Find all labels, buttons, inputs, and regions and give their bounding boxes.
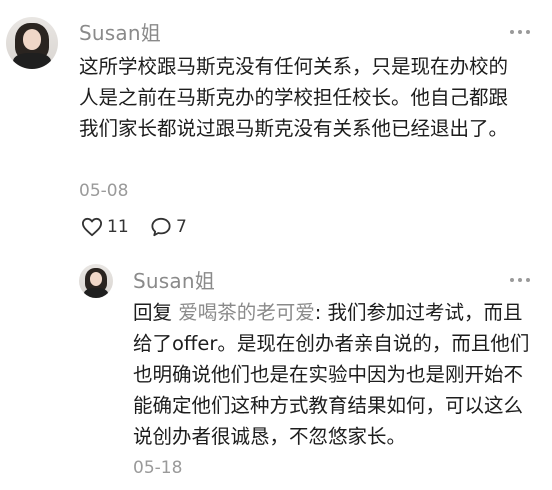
- heart-outline-icon: [82, 217, 102, 237]
- reply-author[interactable]: Susan姐: [133, 265, 215, 294]
- more-dots-icon[interactable]: [510, 278, 530, 282]
- avatar-face: [89, 272, 103, 286]
- avatar[interactable]: [6, 17, 58, 69]
- avatar-body: [13, 53, 51, 69]
- reply-count: 7: [176, 217, 187, 237]
- comment-author[interactable]: Susan姐: [79, 17, 161, 46]
- comment-text: 这所学校跟马斯克没有任何关系，只是现在办校的人是之前在马斯克办的学校担任校长。他…: [79, 55, 509, 140]
- reply-prefix: 回复: [133, 301, 173, 324]
- more-dots-icon[interactable]: [510, 30, 530, 34]
- like-count: 11: [107, 217, 129, 237]
- speech-bubble-icon: [151, 217, 171, 237]
- avatar-body: [83, 287, 109, 298]
- reply-count-button[interactable]: 7: [150, 217, 187, 237]
- reply-to-user[interactable]: 爱喝茶的老可爱: [178, 301, 315, 324]
- reply-text: 回复 爱喝茶的老可爱: 我们参加过考试，而且给了offer。是现在创办者亲自说的…: [133, 297, 533, 452]
- comment-date: 05-08: [79, 181, 129, 201]
- like-button[interactable]: 11: [81, 217, 129, 237]
- reply-avatar[interactable]: [79, 264, 113, 298]
- reply-date: 05-18: [133, 458, 183, 478]
